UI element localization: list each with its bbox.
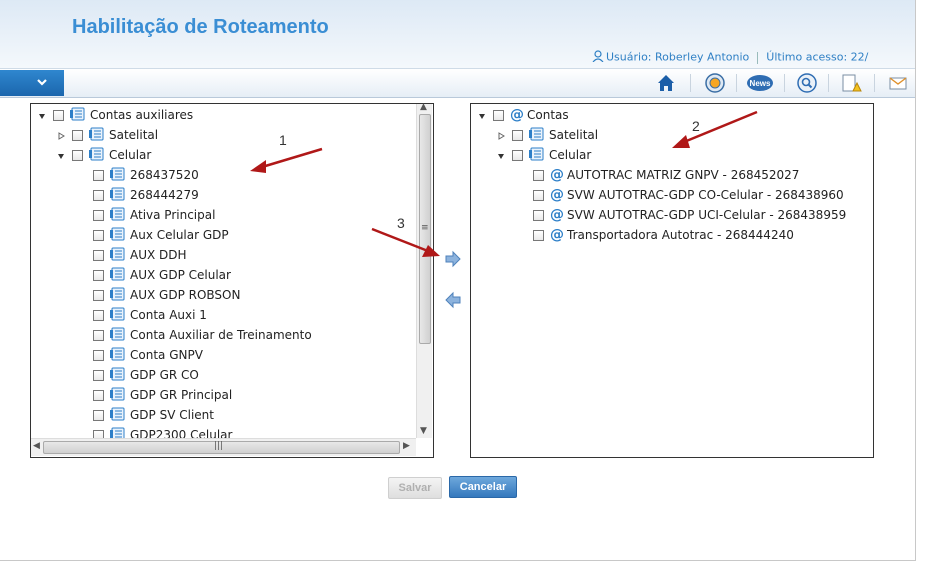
annotation-label-2: 2 <box>692 118 700 134</box>
annotation-label-1: 1 <box>279 132 287 148</box>
annotation-label-3: 3 <box>397 215 405 231</box>
annotation-arrow-1 <box>250 147 323 173</box>
app-window: Habilitação de Roteamento Usuário: Rober… <box>0 0 916 561</box>
annotation-arrow-3 <box>371 227 440 257</box>
annotation-arrow-2 <box>672 110 758 148</box>
annotation-layer <box>250 110 758 257</box>
